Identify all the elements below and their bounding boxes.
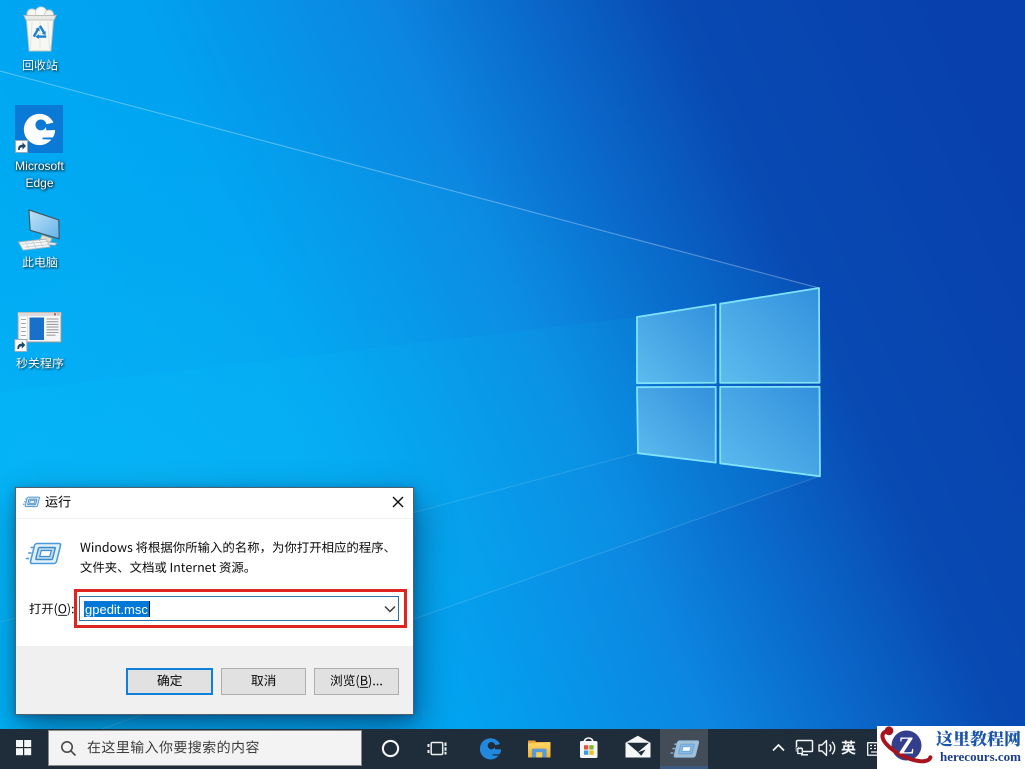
svg-text:Z: Z [898, 734, 914, 760]
